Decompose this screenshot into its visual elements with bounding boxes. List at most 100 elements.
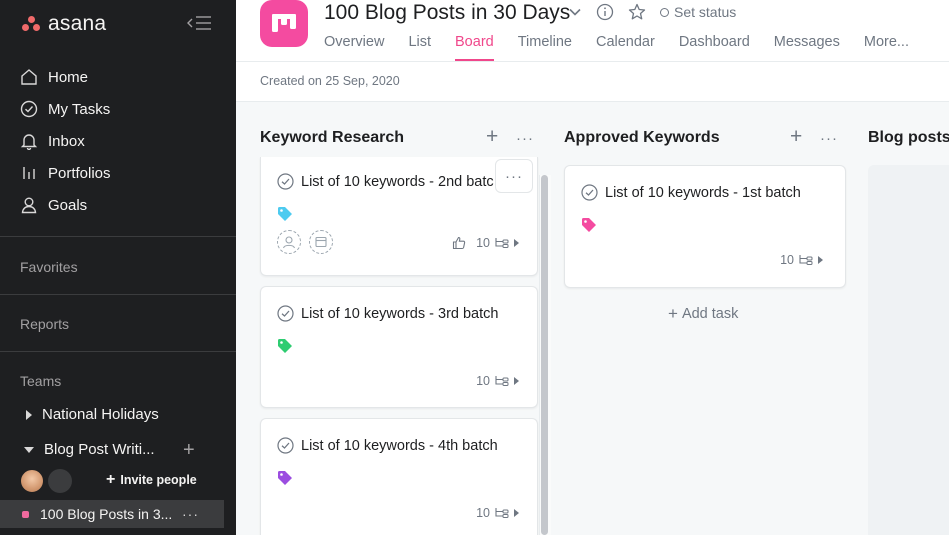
- task-title: List of 10 keywords - 2nd batc: [301, 173, 494, 190]
- sidebar-item-label: Portfolios: [48, 164, 111, 182]
- bar-chart-icon: [23, 167, 35, 179]
- subtask-count: 10: [476, 236, 490, 250]
- invite-people-button[interactable]: + Invite people: [106, 471, 197, 488]
- card-more-button[interactable]: ···: [495, 159, 533, 193]
- sidebar-item-my-tasks[interactable]: My Tasks: [20, 98, 110, 120]
- sidebar-item-label: Home: [48, 68, 89, 86]
- board: Keyword Research + ··· List of 10 keywor…: [236, 102, 949, 535]
- expand-caret-icon[interactable]: [818, 256, 823, 264]
- avatar-placeholder[interactable]: [48, 469, 72, 493]
- add-project-button[interactable]: +: [183, 440, 195, 460]
- invite-label: Invite people: [120, 473, 197, 487]
- task-meta: 10: [452, 236, 519, 250]
- check-circle-icon[interactable]: [277, 173, 294, 190]
- teams-heading[interactable]: Teams: [20, 373, 61, 389]
- subtask-count: 10: [476, 374, 490, 388]
- check-circle-icon[interactable]: [277, 437, 294, 454]
- column-title[interactable]: Keyword Research: [260, 129, 404, 147]
- project-name: 100 Blog Posts in 3...: [40, 506, 173, 522]
- due-date-icon[interactable]: [309, 230, 333, 254]
- sidebar-item-home[interactable]: Home: [20, 66, 88, 88]
- task-title: List of 10 keywords - 4th batch: [301, 437, 498, 454]
- tab-overview[interactable]: Overview: [324, 34, 384, 61]
- task-card[interactable]: List of 10 keywords - 2nd batc 10 ···: [260, 157, 538, 276]
- more-options-icon[interactable]: ···: [182, 506, 199, 522]
- chevron-down-icon[interactable]: [568, 5, 582, 19]
- task-card[interactable]: List of 10 keywords - 1st batch 10: [564, 165, 846, 288]
- column-more-icon[interactable]: ···: [820, 130, 838, 147]
- star-icon[interactable]: [628, 3, 646, 21]
- add-task-plus-icon[interactable]: +: [790, 126, 802, 148]
- avatar[interactable]: [20, 469, 44, 493]
- favorites-heading[interactable]: Favorites: [20, 259, 78, 275]
- tab-dashboard[interactable]: Dashboard: [679, 34, 750, 61]
- subtask-count: 10: [780, 253, 794, 267]
- tab-board[interactable]: Board: [455, 34, 494, 61]
- check-circle-icon[interactable]: [581, 184, 598, 201]
- tag-icon[interactable]: [277, 338, 293, 354]
- sidebar-item-portfolios[interactable]: Portfolios: [20, 162, 111, 184]
- team-name: National Holidays: [42, 406, 159, 423]
- tag-icon[interactable]: [277, 206, 293, 222]
- tab-more[interactable]: More...: [864, 34, 909, 61]
- expand-caret-icon[interactable]: [514, 239, 519, 247]
- team-national-holidays[interactable]: National Holidays: [26, 406, 159, 423]
- sidebar-item-goals[interactable]: Goals: [20, 194, 87, 216]
- add-task-button[interactable]: + Add task: [668, 305, 739, 322]
- collapse-sidebar-icon[interactable]: [186, 14, 212, 32]
- scrollbar-thumb[interactable]: [541, 175, 548, 535]
- subtask-count: 10: [476, 506, 490, 520]
- tag-icon[interactable]: [581, 217, 597, 233]
- add-task-plus-icon[interactable]: +: [486, 126, 498, 148]
- tab-messages[interactable]: Messages: [774, 34, 840, 61]
- set-status-button[interactable]: Set status: [660, 4, 736, 20]
- project-tabs: Overview List Board Timeline Calendar Da…: [324, 34, 933, 61]
- project-icon[interactable]: [260, 0, 308, 47]
- subtask-icon: [799, 255, 813, 265]
- task-card[interactable]: List of 10 keywords - 4th batch 10: [260, 418, 538, 535]
- person-icon: [21, 197, 37, 214]
- divider: [0, 236, 236, 237]
- task-title: List of 10 keywords - 3rd batch: [301, 305, 499, 322]
- column-more-icon[interactable]: ···: [516, 130, 534, 147]
- asana-logo-icon: [22, 16, 40, 32]
- home-icon: [21, 69, 37, 85]
- tab-calendar[interactable]: Calendar: [596, 34, 655, 61]
- expand-caret-icon[interactable]: [514, 377, 519, 385]
- header-actions: Set status: [568, 3, 736, 21]
- sidebar-item-current-project[interactable]: 100 Blog Posts in 3... ···: [0, 500, 224, 528]
- expand-triangle-icon[interactable]: [26, 409, 32, 420]
- collapse-triangle-icon[interactable]: [24, 446, 34, 453]
- subtask-icon: [495, 508, 509, 518]
- task-meta: 10: [780, 253, 823, 267]
- logo-text: asana: [48, 12, 107, 35]
- column-title[interactable]: Blog posts: [868, 129, 949, 147]
- set-status-label: Set status: [674, 4, 737, 20]
- task-card[interactable]: List of 10 keywords - 3rd batch 10: [260, 286, 538, 408]
- asana-logo[interactable]: asana: [22, 12, 106, 36]
- divider: [0, 294, 236, 295]
- tag-icon[interactable]: [277, 470, 293, 486]
- expand-caret-icon[interactable]: [514, 509, 519, 517]
- add-task-label: Add task: [681, 306, 739, 322]
- column-title[interactable]: Approved Keywords: [564, 129, 720, 147]
- tab-timeline[interactable]: Timeline: [518, 34, 572, 61]
- sidebar: asana Home My Tasks Inbox Portfolios Goa…: [0, 0, 236, 535]
- assignee-icon[interactable]: [277, 230, 301, 254]
- divider: [0, 351, 236, 352]
- plus-icon: +: [106, 471, 116, 488]
- sidebar-item-label: My Tasks: [48, 100, 111, 118]
- empty-column-area: [868, 165, 949, 535]
- team-blog-post-writing[interactable]: Blog Post Writi...: [24, 441, 155, 458]
- task-title-row: List of 10 keywords - 1st batch: [581, 184, 801, 201]
- check-circle-icon[interactable]: [277, 305, 294, 322]
- like-icon[interactable]: [452, 236, 466, 250]
- sidebar-item-inbox[interactable]: Inbox: [20, 130, 85, 152]
- task-title: List of 10 keywords - 1st batch: [605, 184, 801, 201]
- reports-heading[interactable]: Reports: [20, 316, 69, 332]
- info-icon[interactable]: [596, 3, 614, 21]
- sidebar-item-label: Goals: [48, 196, 88, 214]
- tab-list[interactable]: List: [408, 34, 431, 61]
- page-title: 100 Blog Posts in 30 Days: [324, 1, 571, 24]
- board-icon: [272, 14, 296, 32]
